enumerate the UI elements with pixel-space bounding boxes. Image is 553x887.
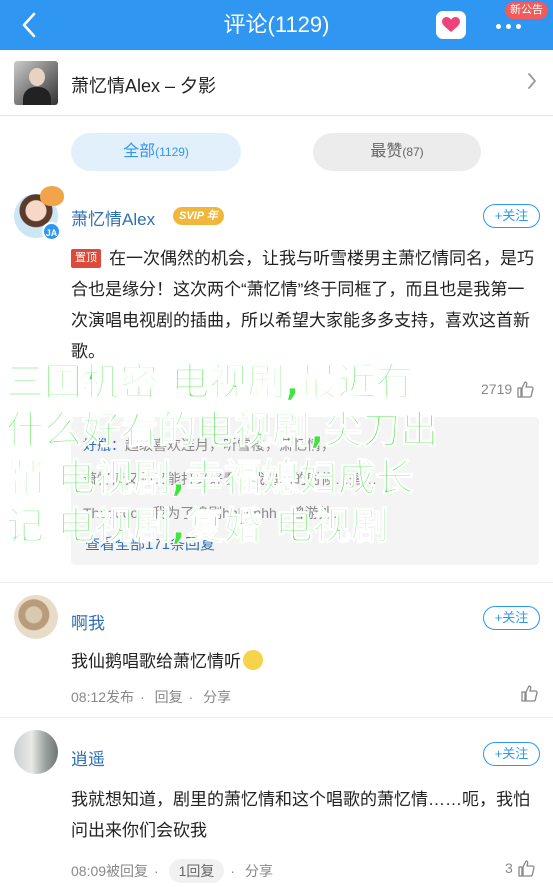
chevron-right-icon — [528, 73, 536, 89]
avatar[interactable] — [14, 595, 58, 639]
heart-icon — [442, 17, 460, 32]
follow-button[interactable]: +关注 — [483, 204, 540, 228]
divider — [0, 717, 553, 718]
svip-badge: SVIP 年 — [173, 207, 224, 225]
thumbs-up-icon — [521, 685, 538, 702]
song-cover-image — [14, 61, 58, 105]
reply-button[interactable]: 回复 — [155, 689, 183, 705]
dot-icon — [495, 23, 501, 29]
tab-count: (1129) — [155, 145, 189, 159]
comment-text: 我就想知道，剧里的萧忆情和这个唱歌的萧忆情……呃，我怕问出来你们会砍我 — [71, 784, 539, 846]
comment-username[interactable]: 啊我 — [71, 609, 105, 634]
comment-meta: 08:09被回复 · 1回复 · 分享 — [71, 859, 279, 883]
favorite-button[interactable] — [436, 11, 466, 39]
page-title: 评论(1129) — [223, 12, 330, 37]
comment-filter-tabs: 全部(1129) 最赞(87) — [0, 116, 553, 188]
like-count: 3 — [505, 860, 513, 876]
tab-most-liked[interactable]: 最赞(87) — [313, 133, 481, 171]
song-title: 萧忆情Alex – 夕影 — [71, 76, 217, 96]
divider — [0, 582, 553, 583]
pet-badge-icon — [40, 186, 64, 206]
like-button[interactable]: 2719 — [481, 380, 534, 398]
pinned-tag: 置顶 — [71, 249, 101, 268]
follow-button[interactable]: +关注 — [483, 606, 540, 630]
comment-username[interactable]: 萧忆情Alex — [71, 205, 155, 230]
dizzy-face-emoji-icon — [243, 650, 263, 670]
reply-button[interactable]: 1回复 — [168, 859, 225, 883]
comment-time: 08:12发布 — [71, 689, 135, 705]
like-button[interactable] — [520, 684, 538, 702]
comment-meta: 08:12发布 · 回复 · 分享 — [71, 689, 232, 705]
thumbs-up-icon — [517, 381, 534, 398]
song-info-row[interactable]: 萧忆情Alex – 夕影 — [0, 50, 553, 116]
dot-icon — [505, 23, 511, 29]
reply-preview-line: Thooooo：我为了追剧hhhhhhh，曾游处… — [83, 505, 347, 521]
view-all-replies-link[interactable]: 查看全部171条回复 — [85, 533, 215, 554]
follow-button[interactable]: +关注 — [483, 742, 540, 766]
comment-body: 我仙鹅唱歌给萧忆情听 — [71, 652, 241, 671]
comment-username[interactable]: 逍遥 — [71, 745, 105, 770]
like-count: 2719 — [481, 381, 513, 397]
share-button[interactable]: 分享 — [203, 689, 231, 705]
notice-badge[interactable]: 新公告 — [505, 2, 548, 19]
comment-time: 08:09被回复 — [71, 863, 149, 879]
tab-label: 全部 — [123, 143, 156, 160]
dot-icon — [515, 23, 521, 29]
reply-preview-box[interactable]: 好瓶：超级喜欢连月，听雪楼，萧忆情， 萧忆情又帅又能打又好看，我追剧的时候…落…… — [71, 417, 539, 565]
tab-label: 最赞 — [370, 143, 403, 160]
thumbs-up-icon — [518, 860, 535, 877]
like-button[interactable]: 3 — [505, 859, 535, 877]
comment-body: 我就想知道，剧里的萧忆情和这个唱歌的萧忆情……呃，我怕问出来你们会砍我 — [71, 790, 530, 840]
top-navigation-bar: 评论(1129) 新公告 — [0, 0, 553, 50]
avatar[interactable] — [14, 730, 58, 774]
reply-preview-line: 好瓶：超级喜欢连月，听雪楼，萧忆情， — [83, 437, 335, 453]
comment-text: 置顶 在一次偶然的机会，让我与听雪楼男主萧忆情同名，是巧合也是缘分！这次两个“萧忆… — [71, 243, 539, 367]
comment-text: 我仙鹅唱歌给萧忆情听 — [71, 646, 539, 677]
comment-body: 在一次偶然的机会，让我与听雪楼男主萧忆情同名，是巧合也是缘分！这次两个“萧忆情”… — [71, 249, 534, 361]
tab-all-comments[interactable]: 全部(1129) — [71, 133, 241, 171]
reply-preview-line: 萧忆情又帅又能打又好看，我追剧的时候…落… — [83, 471, 377, 487]
verified-badge: JA — [42, 222, 61, 241]
tab-count: (87) — [402, 145, 424, 159]
share-button[interactable]: 分享 — [245, 863, 273, 879]
